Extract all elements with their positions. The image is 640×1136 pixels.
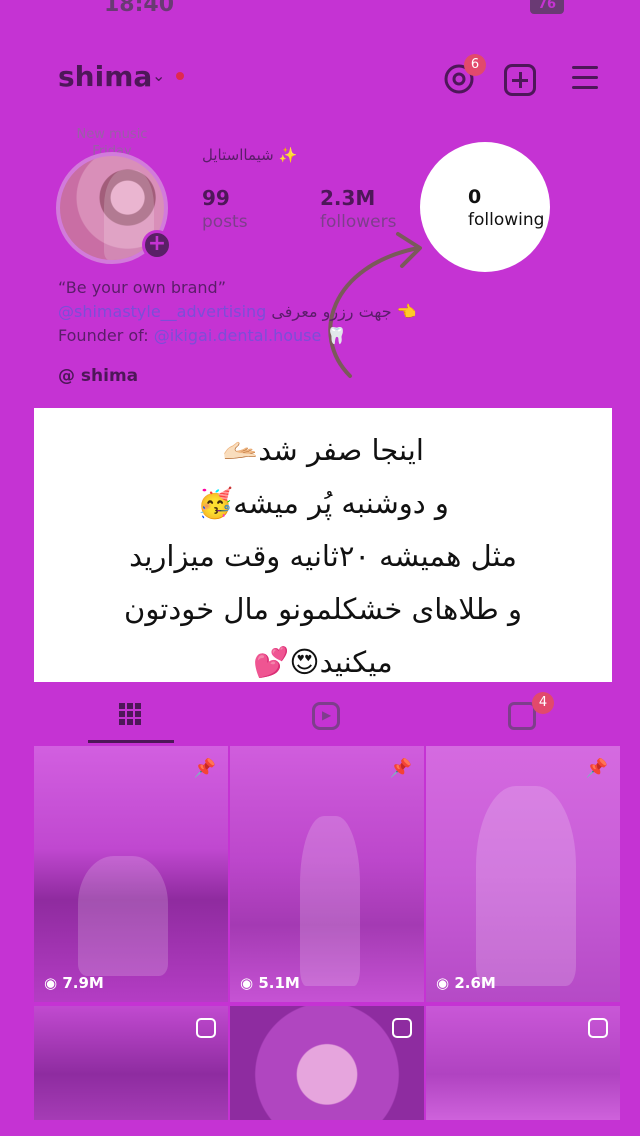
avatar[interactable]: + [50,150,178,264]
grid-post-1[interactable]: 📌 ◉ 7.9M [34,746,228,1002]
pin-icon: 📌 [389,758,412,779]
profile-header: shima ⌄ 6 [0,52,640,108]
pin-icon: 📌 [193,758,216,779]
view-count: ◉ 2.6M [436,974,496,992]
overlay-line-1: اینجا صفر شد🫴🏻 [222,433,424,467]
following-label: following [468,210,545,230]
overlay-line-4: و طلاهای خشکلمونو مال خودتون [124,592,522,626]
display-name: شیمااستایل ✨ [202,146,298,164]
story-text-overlay: اینجا صفر شد🫴🏻 و دوشنبه پُر میشه🥳 مثل هم… [34,408,612,682]
grid-post-5[interactable] [230,1006,424,1120]
username-switcher[interactable]: shima [58,60,152,93]
tooth-emoji: 🦷 [321,326,347,345]
tagged-badge: 4 [532,692,554,714]
threads-badge: 6 [464,54,486,76]
grid-post-3[interactable]: 📌 ◉ 2.6M [426,746,620,1002]
threads-profile-link[interactable]: @ shima [58,366,138,386]
view-count: ◉ 7.9M [44,974,104,992]
posts-stat[interactable]: 99 posts [202,186,248,232]
reel-icon [196,1018,216,1038]
reels-tab-icon[interactable] [312,702,340,730]
bio: “Be your own brand” @shimastyle__adverti… [58,276,417,348]
posts-label: posts [202,212,248,232]
advertising-link[interactable]: @shimastyle__advertising [58,302,266,321]
dental-house-link[interactable]: @ikigai.dental.house [154,326,322,345]
posts-count: 99 [202,186,230,210]
unread-dot [176,72,184,80]
grid-post-2[interactable]: 📌 ◉ 5.1M [230,746,424,1002]
view-count: ◉ 5.1M [240,974,300,992]
bio-line-2: @shimastyle__advertising جهت رزرو معرفی … [58,300,417,324]
battery-indicator: 76 [530,0,564,14]
threads-small-icon: @ [58,366,75,386]
reel-icon [392,1018,412,1038]
overlay-line-3: مثل همیشه ۲۰ثانیه وقت میزارید [129,539,517,573]
threads-handle: shima [80,366,139,386]
overlay-line-5: میکنید😍💕 [253,645,393,679]
bio-line-3: Founder of: @ikigai.dental.house 🦷 [58,324,417,348]
pin-icon: 📌 [585,758,608,779]
create-post-button[interactable] [504,64,536,96]
note-line-1: New music [76,127,148,142]
menu-icon[interactable] [572,66,598,90]
status-time: 18:40 [104,0,175,17]
bio-line-3-text: Founder of: [58,326,154,345]
grid-post-4[interactable] [34,1006,228,1120]
add-story-icon[interactable]: + [142,230,172,260]
grid-post-6[interactable] [426,1006,620,1120]
bio-line-1: “Be your own brand” [58,278,226,297]
followers-count: 2.3M [320,186,376,210]
chevron-down-icon[interactable]: ⌄ [152,66,165,85]
active-tab-indicator [88,740,174,743]
grid-tab-icon[interactable] [118,702,144,728]
reel-icon [588,1018,608,1038]
following-stat[interactable]: 0 following [420,142,550,272]
profile-tabs: 4 [0,692,640,744]
overlay-line-2: و دوشنبه پُر میشه🥳 [197,486,449,520]
bio-line-2-text: جهت رزرو معرفی 👈 [266,302,417,321]
following-count: 0 [468,186,482,208]
status-bar: 18:40 ◠ 76 [0,0,640,24]
